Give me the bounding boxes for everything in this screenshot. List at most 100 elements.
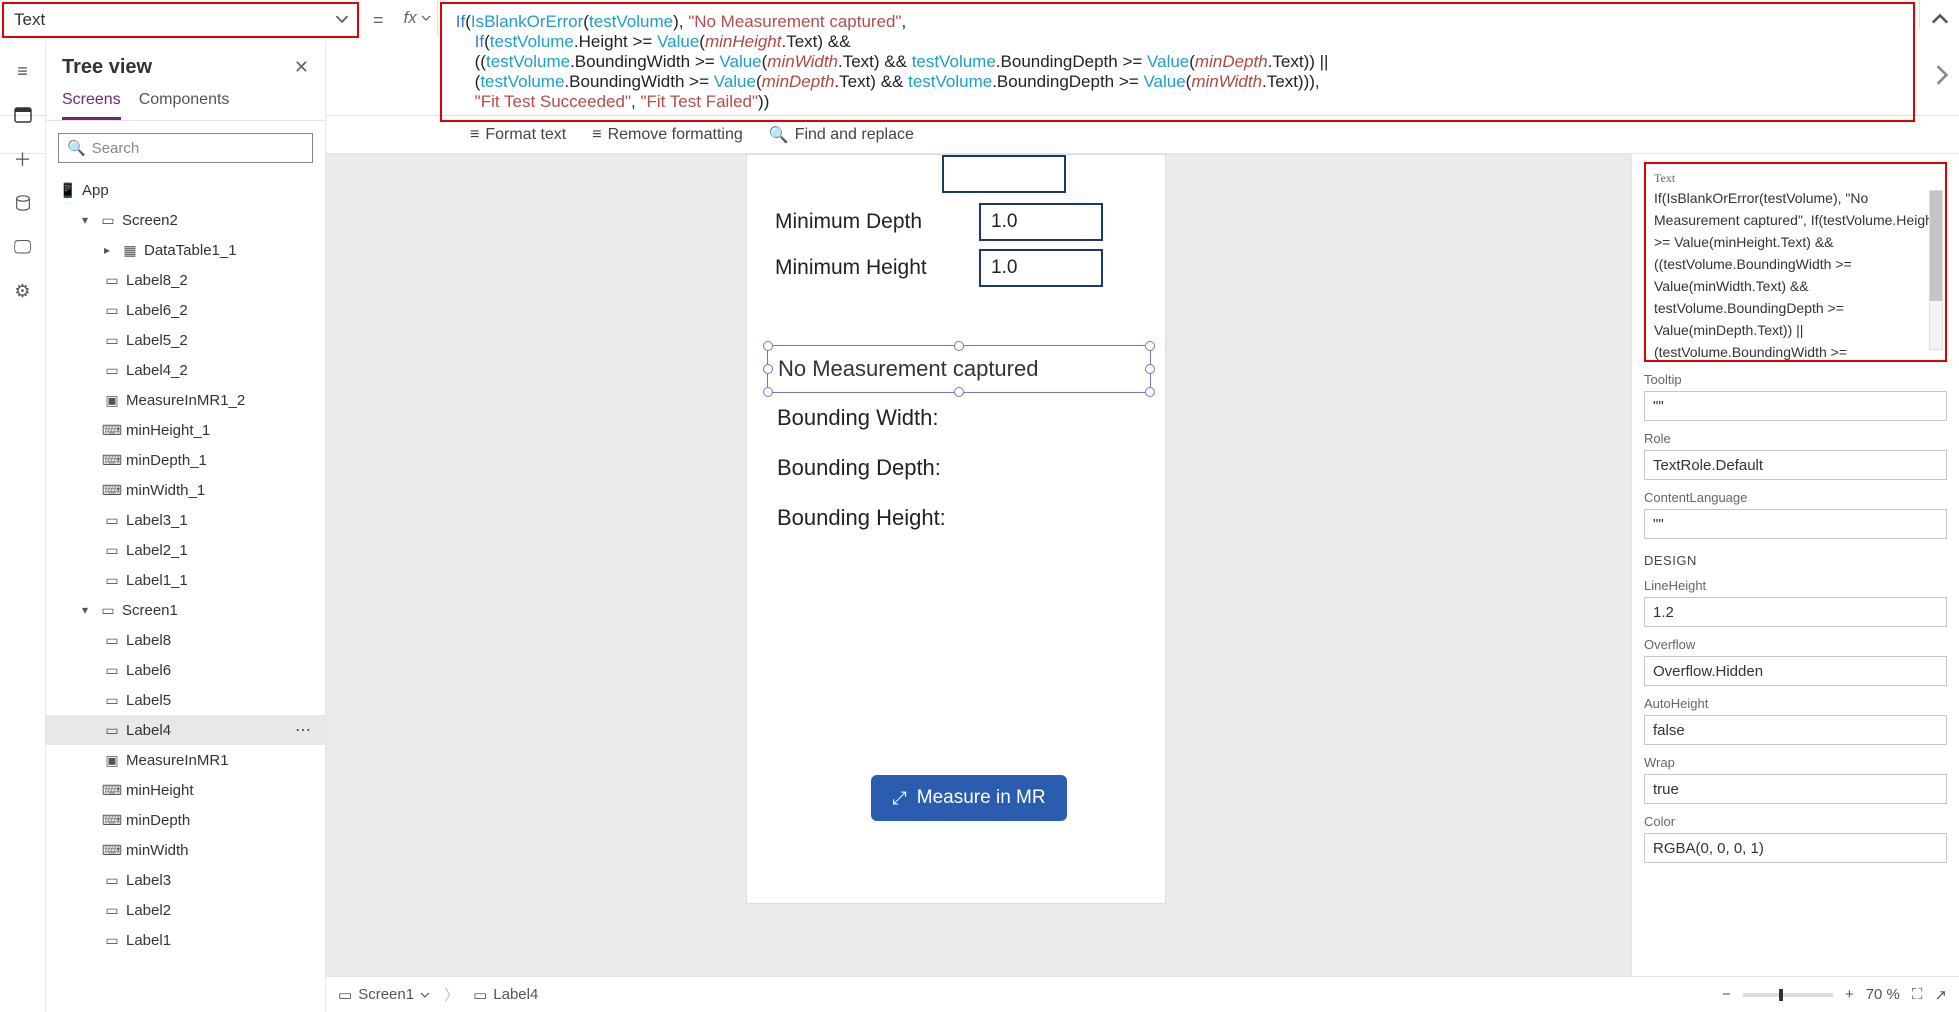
- resize-handle[interactable]: [763, 341, 773, 351]
- hamburger-icon[interactable]: ≡: [12, 60, 34, 82]
- tree-node[interactable]: ⌨minWidth_1: [46, 475, 325, 505]
- chevron-icon[interactable]: ▾: [82, 213, 94, 227]
- scrollbar-thumb[interactable]: [1930, 191, 1942, 301]
- resize-handle[interactable]: [954, 341, 964, 351]
- zoom-slider[interactable]: [1743, 993, 1833, 997]
- chevron-icon[interactable]: ▾: [82, 603, 94, 617]
- label-icon: ▭: [104, 932, 120, 949]
- prop-overflow-field[interactable]: Overflow.Hidden: [1644, 656, 1947, 686]
- resize-handle[interactable]: [1145, 341, 1155, 351]
- breadcrumb-screen[interactable]: ▭ Screen1: [338, 986, 430, 1004]
- more-icon[interactable]: ⋯: [295, 720, 313, 740]
- tab-components[interactable]: Components: [139, 91, 230, 120]
- prop-role-field[interactable]: TextRole.Default: [1644, 450, 1947, 480]
- canvas-area[interactable]: Minimum Depth 1.0 Minimum Height 1.0 No …: [326, 154, 1631, 976]
- tree-node[interactable]: ⌨minDepth: [46, 805, 325, 835]
- prop-color-field[interactable]: RGBA(0, 0, 0, 1): [1644, 833, 1947, 863]
- min-height-input[interactable]: 1.0: [979, 249, 1103, 287]
- tree-view-icon[interactable]: [12, 104, 34, 126]
- tree-node[interactable]: ▣MeasureInMR1_2: [46, 385, 325, 415]
- breadcrumb-separator: 〉: [444, 984, 459, 1005]
- prop-wrap-field[interactable]: true: [1644, 774, 1947, 804]
- popout-button[interactable]: ↗: [1934, 986, 1947, 1004]
- tree-node[interactable]: ⌨minHeight: [46, 775, 325, 805]
- format-text-label: Format text: [485, 126, 566, 144]
- prop-role-value: TextRole.Default: [1653, 457, 1763, 474]
- left-nav-rail: ≡ ＋ 🖵 ⚙: [0, 42, 46, 1012]
- close-icon[interactable]: ✕: [294, 57, 309, 78]
- tree-search-input[interactable]: 🔍 Search: [58, 133, 313, 163]
- breadcrumb-control[interactable]: ▭ Label4: [473, 986, 538, 1004]
- selected-control-label4[interactable]: No Measurement captured: [767, 345, 1151, 393]
- property-selector[interactable]: Text: [2, 2, 359, 38]
- tree-node[interactable]: ▭Label4_2: [46, 355, 325, 385]
- tree-node[interactable]: ▭Label2: [46, 895, 325, 925]
- tree-node-app[interactable]: 📱 App: [46, 175, 325, 205]
- tree-node[interactable]: ⌨minHeight_1: [46, 415, 325, 445]
- scrollbar[interactable]: [1929, 190, 1943, 350]
- prop-autoheight-label: AutoHeight: [1644, 696, 1947, 711]
- tree-node[interactable]: ⌨minDepth_1: [46, 445, 325, 475]
- tree-node[interactable]: ▸▦DataTable1_1: [46, 235, 325, 265]
- media-icon[interactable]: 🖵: [12, 236, 34, 258]
- data-icon[interactable]: [12, 192, 34, 214]
- resize-handle[interactable]: [763, 364, 773, 374]
- prop-lang-field[interactable]: "": [1644, 509, 1947, 539]
- prop-lineheight-value: 1.2: [1653, 604, 1674, 621]
- bounding-depth-label: Bounding Depth:: [777, 455, 941, 481]
- screen-icon: ▭: [338, 986, 352, 1004]
- resize-handle[interactable]: [763, 387, 773, 397]
- measure-in-mr-button[interactable]: ⤢ Measure in MR: [871, 775, 1067, 821]
- prop-text-value: If(IsBlankOrError(testVolume), "No Measu…: [1654, 190, 1937, 362]
- fit-to-window-button[interactable]: ⛶: [1912, 986, 1923, 1003]
- input-partial-top[interactable]: [942, 155, 1066, 193]
- prop-text-field[interactable]: Text If(IsBlankOrError(testVolume), "No …: [1644, 162, 1947, 362]
- tree-node-label: minDepth_1: [126, 452, 207, 469]
- formula-collapse-button[interactable]: [1919, 0, 1959, 28]
- breadcrumb-screen-label: Screen1: [358, 986, 414, 1003]
- format-text-button[interactable]: ≡ Format text: [470, 126, 566, 144]
- tree-node[interactable]: ▭Label6_2: [46, 295, 325, 325]
- app-icon: 📱: [60, 182, 76, 199]
- fx-label[interactable]: fx: [398, 0, 438, 36]
- prop-autoheight-field[interactable]: false: [1644, 715, 1947, 745]
- zoom-out-button[interactable]: −: [1722, 986, 1731, 1003]
- tree-node[interactable]: ▭Label5: [46, 685, 325, 715]
- bounding-width-label: Bounding Width:: [777, 405, 938, 431]
- zoom-slider-knob[interactable]: [1779, 989, 1783, 1001]
- tree-node[interactable]: ▾▭Screen2: [46, 205, 325, 235]
- tree-node-label: minWidth: [126, 842, 189, 859]
- formula-editor[interactable]: If(IsBlankOrError(testVolume), "No Measu…: [440, 2, 1915, 122]
- tab-screens[interactable]: Screens: [62, 91, 121, 120]
- min-depth-input[interactable]: 1.0: [979, 203, 1103, 241]
- tree-node[interactable]: ▾▭Screen1: [46, 595, 325, 625]
- tree-node[interactable]: ▭Label1: [46, 925, 325, 955]
- label-icon: ▭: [104, 872, 120, 889]
- resize-handle[interactable]: [954, 387, 964, 397]
- tree-node[interactable]: ▭Label3_1: [46, 505, 325, 535]
- find-replace-button[interactable]: 🔍 Find and replace: [769, 125, 914, 145]
- tree-node[interactable]: ▭Label8_2: [46, 265, 325, 295]
- tree-node-label: MeasureInMR1_2: [126, 392, 245, 409]
- insert-icon[interactable]: ＋: [12, 148, 34, 170]
- tree-node[interactable]: ⌨minWidth: [46, 835, 325, 865]
- tree-node[interactable]: ▣MeasureInMR1: [46, 745, 325, 775]
- chevron-icon[interactable]: ▸: [104, 243, 116, 257]
- resize-handle[interactable]: [1145, 364, 1155, 374]
- remove-formatting-icon: ≡: [592, 126, 601, 144]
- resize-handle[interactable]: [1145, 387, 1155, 397]
- tree-node[interactable]: ▭Label8: [46, 625, 325, 655]
- tree-node[interactable]: ▭Label6: [46, 655, 325, 685]
- prop-tooltip-field[interactable]: "": [1644, 391, 1947, 421]
- zoom-in-button[interactable]: +: [1845, 986, 1854, 1003]
- remove-formatting-button[interactable]: ≡ Remove formatting: [592, 126, 743, 144]
- tree-node[interactable]: ▭Label4⋯: [46, 715, 325, 745]
- tree-node[interactable]: ▭Label1_1: [46, 565, 325, 595]
- advanced-tools-icon[interactable]: ⚙: [12, 280, 34, 302]
- expand-right-button[interactable]: [1931, 64, 1953, 86]
- tree-node-label: Label2_1: [126, 542, 188, 559]
- tree-node[interactable]: ▭Label5_2: [46, 325, 325, 355]
- tree-node[interactable]: ▭Label2_1: [46, 535, 325, 565]
- tree-node[interactable]: ▭Label3: [46, 865, 325, 895]
- prop-lineheight-field[interactable]: 1.2: [1644, 597, 1947, 627]
